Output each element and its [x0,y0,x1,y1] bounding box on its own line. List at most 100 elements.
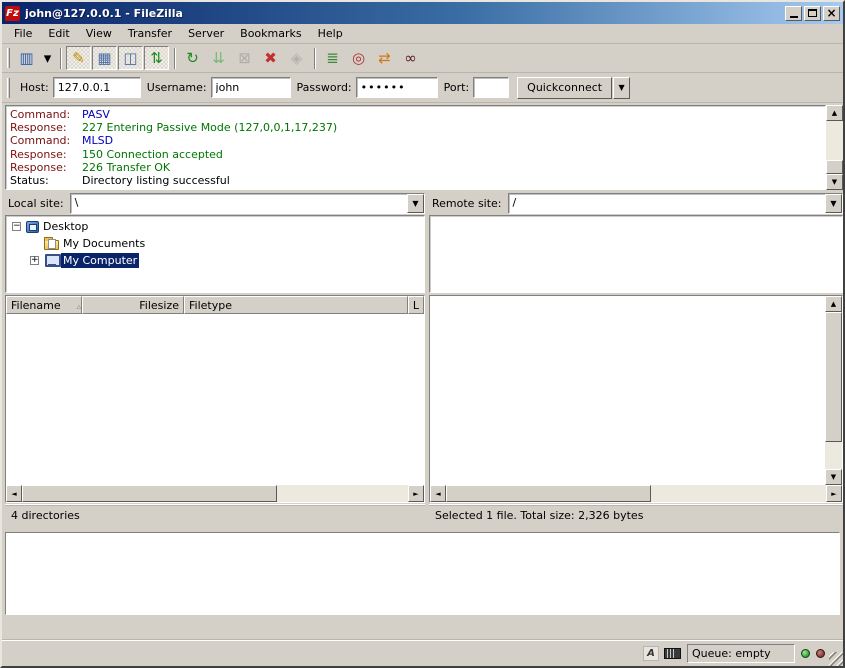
process-queue-button[interactable]: ⇊ [206,46,231,70]
site-manager-button[interactable]: ▥ [14,46,39,70]
column-header[interactable]: Filetype [184,296,408,314]
status-bar: A Queue: empty [2,639,843,666]
log-line-message: MLSD [82,134,113,147]
quickconnect-dropdown[interactable]: ▼ [613,77,630,99]
log-line-message: 150 Connection accepted [82,148,223,161]
scroll-left-icon[interactable]: ◄ [6,485,22,502]
column-header[interactable]: L [408,296,424,314]
local-tree-item[interactable]: +My Computer [6,252,424,269]
toggle-local-tree-button[interactable]: ▦ [92,46,117,70]
toggle-remote-tree-button[interactable]: ◫ [118,46,143,70]
password-input[interactable] [356,77,438,98]
local-site-value: \ [71,194,407,213]
refresh-button[interactable]: ↻ [180,46,205,70]
message-log: Command:PASVResponse:227 Entering Passiv… [5,105,843,190]
toolbar: ▥ ▾ ✎ ▦◫⇅ ↻ ⇊ ⊠ ✖◈ ≣ ◎ ⇄∞ [2,44,843,73]
log-line-type: Status: [10,174,82,187]
host-input[interactable] [53,77,141,98]
local-hscrollbar-thumb[interactable] [22,485,277,502]
remote-list-hscrollbar[interactable]: ◄ ► [430,485,842,502]
menu-bar: FileEditViewTransferServerBookmarksHelp [2,24,843,44]
disconnect-button[interactable]: ✖ [258,46,283,70]
quickconnect-bar: Host: Username: Password: Port: Quickcon… [2,73,843,103]
local-file-rows [6,314,424,485]
local-pane: Local site: \ ▼ −DesktopMy Documents+My … [5,192,425,526]
menu-view[interactable]: View [78,25,120,42]
remote-tree [429,215,843,293]
toolbar-button-icon: ▥ [19,51,33,66]
speed-limits-icon [664,648,681,659]
column-header[interactable]: Filesize [82,296,184,314]
scroll-down-icon[interactable]: ▼ [825,469,842,485]
remote-vscrollbar-thumb[interactable] [825,312,842,442]
menu-file[interactable]: File [6,25,40,42]
resize-grip[interactable] [829,652,843,666]
reconnect-button[interactable]: ◈ [284,46,309,70]
minimize-button[interactable] [785,6,802,21]
tree-expander-icon[interactable]: − [12,222,21,231]
scroll-left-icon[interactable]: ◄ [430,485,446,502]
column-header[interactable]: Filename [6,296,82,314]
local-site-dropdown[interactable]: ▼ [407,194,424,213]
log-scrollbar-thumb[interactable] [826,160,843,174]
local-tree-item[interactable]: My Documents [6,235,424,252]
minimize-icon [790,16,798,18]
queue-body[interactable] [6,533,839,614]
file-search-button[interactable]: ∞ [398,46,423,70]
filter-button[interactable]: ◎ [346,46,371,70]
toolbar-button-icon: ⊠ [238,51,251,66]
quickconnect-grip[interactable] [7,78,10,98]
port-label: Port: [444,81,470,94]
menu-server[interactable]: Server [180,25,232,42]
scroll-up-icon[interactable]: ▲ [826,105,843,121]
log-line: Status:Directory listing successful [10,174,821,187]
toggle-log-view-button[interactable]: ✎ [66,46,91,70]
log-line-type: Response: [10,148,82,161]
local-site-combo[interactable]: \ ▼ [70,193,425,214]
app-icon: Fz [5,6,20,21]
remote-site-label: Remote site: [429,194,508,213]
remote-list-vscrollbar[interactable]: ▲ ▼ [825,296,842,485]
tree-item-label: Desktop [41,219,90,234]
username-input[interactable] [211,77,291,98]
log-line-type: Command: [10,108,82,121]
menu-help[interactable]: Help [310,25,351,42]
toolbar-button-icon: ✎ [72,51,85,66]
quickconnect-button[interactable]: Quickconnect [517,77,612,99]
toolbar-button-icon: ≣ [326,51,339,66]
log-line: Command:MLSD [10,134,821,147]
menu-edit[interactable]: Edit [40,25,77,42]
port-input[interactable] [473,77,509,98]
log-scrollbar[interactable]: ▲ ▼ [826,105,843,190]
remote-status-text: Selected 1 file. Total size: 2,326 bytes [429,505,843,525]
local-list-header: FilenameFilesizeFiletypeL [6,296,424,314]
synchronized-browsing-button[interactable]: ⇄ [372,46,397,70]
tree-expander-icon[interactable]: + [30,256,39,265]
local-list-hscrollbar[interactable]: ◄ ► [6,485,424,502]
remote-site-row: Remote site: / ▼ [429,192,843,214]
scroll-up-icon[interactable]: ▲ [825,296,842,312]
maximize-button[interactable] [804,6,821,21]
toggle-queue-view-button[interactable]: ⇅ [144,46,169,70]
remote-site-dropdown[interactable]: ▼ [825,194,842,213]
site-manager-dropdown[interactable]: ▾ [40,46,55,70]
scroll-right-icon[interactable]: ► [408,485,424,502]
local-tree-item[interactable]: − Desktop [6,218,424,235]
directory-comparison-button[interactable]: ≣ [320,46,345,70]
window-title: john@127.0.0.1 - FileZilla [25,7,783,20]
toolbar-button-icon: ◎ [352,51,365,66]
maximize-icon [808,9,817,17]
cancel-operation-button[interactable]: ⊠ [232,46,257,70]
menu-bookmarks[interactable]: Bookmarks [232,25,309,42]
remote-file-rows [430,296,825,485]
close-button[interactable]: × [823,6,840,21]
scroll-right-icon[interactable]: ► [826,485,842,502]
local-file-list: FilenameFilesizeFiletypeL ◄ ► [5,295,425,503]
toolbar-button-icon: ▾ [44,51,52,66]
remote-site-combo[interactable]: / ▼ [508,193,843,214]
toolbar-grip[interactable] [7,48,10,68]
scroll-down-icon[interactable]: ▼ [826,174,843,190]
toolbar-button-icon: ↻ [186,51,199,66]
remote-hscrollbar-thumb[interactable] [446,485,651,502]
menu-transfer[interactable]: Transfer [120,25,180,42]
